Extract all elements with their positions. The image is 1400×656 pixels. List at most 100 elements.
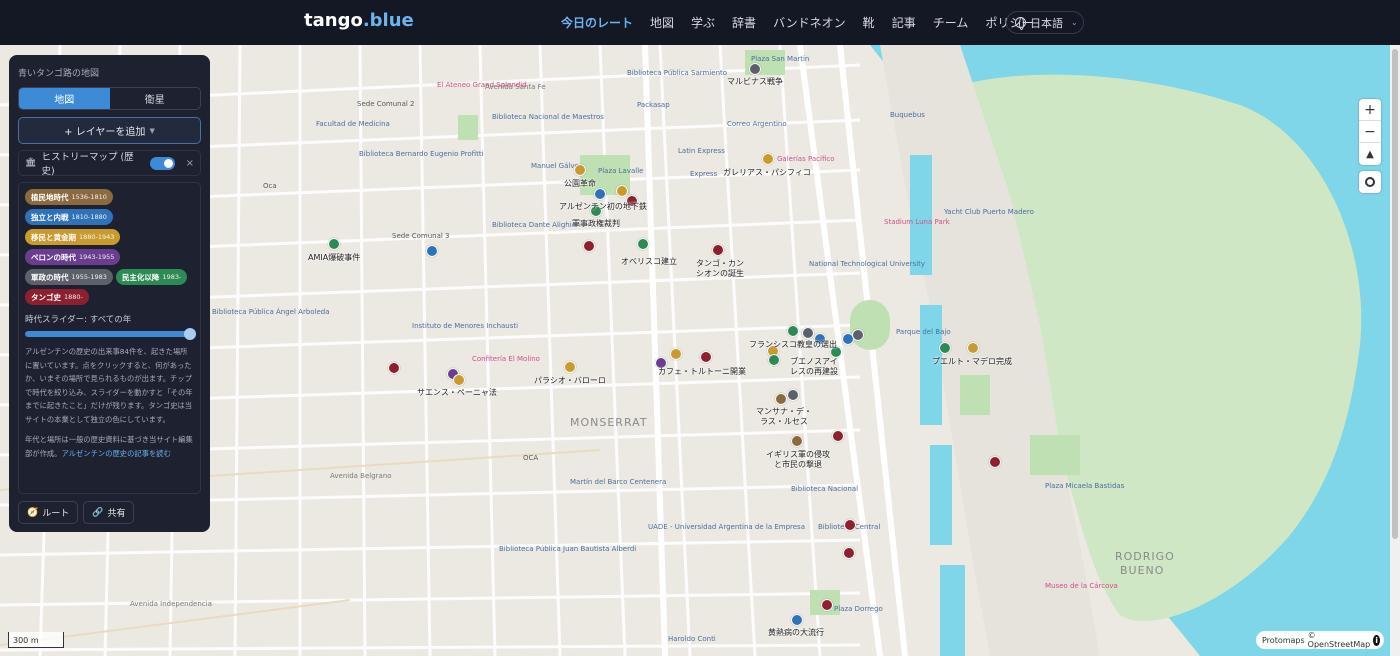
panel-title: 青いタンゴ路の地図 xyxy=(18,69,100,79)
event-pin[interactable] xyxy=(787,325,799,337)
map-view-button[interactable]: 地図 xyxy=(19,88,110,109)
poi-label: Stadium Luna Park xyxy=(884,218,950,226)
poi-label: Buquebus xyxy=(890,111,925,119)
nav-link-map[interactable]: 地図 xyxy=(650,14,674,31)
event-pin[interactable] xyxy=(775,393,787,405)
poi-label: El Ateneo Grand Splendid xyxy=(437,81,527,89)
event-pin[interactable] xyxy=(939,342,951,354)
poi-label: Martín del Barco Centenera xyxy=(570,478,667,486)
event-pin[interactable] xyxy=(844,519,856,531)
event-pin[interactable] xyxy=(712,244,724,256)
event-pin[interactable] xyxy=(989,456,1001,468)
event-pin[interactable] xyxy=(802,327,814,339)
route-button[interactable]: 🧭 ルート xyxy=(18,501,79,524)
event-pin[interactable] xyxy=(453,374,465,386)
map-attribution: Protomaps © OpenStreetMap i xyxy=(1256,631,1384,649)
street-label: Avenida Independencia xyxy=(130,600,212,608)
info-icon[interactable]: i xyxy=(1373,634,1380,646)
district-label: BUENO xyxy=(1120,564,1165,577)
nav-link-today-rate[interactable]: 今日のレート xyxy=(561,14,633,31)
event-label: マンサナ・デ・ラス・ルセス xyxy=(756,407,812,426)
attribution-osm[interactable]: © OpenStreetMap xyxy=(1308,631,1371,649)
event-pin[interactable] xyxy=(791,435,803,447)
event-pin[interactable] xyxy=(426,245,438,257)
share-button[interactable]: 🔗 共有 xyxy=(83,501,135,524)
era-chip-colonial[interactable]: 植民地時代 1536-1810 xyxy=(25,189,113,205)
poi-label: Correo Argentino xyxy=(727,120,787,128)
compass-button[interactable]: ▲ xyxy=(1359,143,1381,165)
event-pin[interactable] xyxy=(583,240,595,252)
poi-label: Express xyxy=(690,170,718,178)
era-chip-tango[interactable]: タンゴ史 1880- xyxy=(25,289,89,305)
brand-logo[interactable]: tango.blue xyxy=(304,10,414,31)
event-pin[interactable] xyxy=(749,63,761,75)
event-pin[interactable] xyxy=(768,354,780,366)
event-pin[interactable] xyxy=(328,238,340,250)
attribution-protomaps[interactable]: Protomaps xyxy=(1262,636,1305,645)
event-pin[interactable] xyxy=(616,185,628,197)
poi-label: Parque del Bajo xyxy=(896,328,951,336)
layer-name: ヒストリーマップ (歴史) xyxy=(41,152,134,177)
zoom-out-button[interactable]: − xyxy=(1359,121,1381,143)
scale-bar: 300 m xyxy=(8,632,64,648)
caret-down-icon: ▼ xyxy=(149,126,155,135)
nav-link-dictionary[interactable]: 辞書 xyxy=(732,14,756,31)
satellite-view-button[interactable]: 衛星 xyxy=(110,88,201,109)
event-pin[interactable] xyxy=(791,614,803,626)
nav-link-team[interactable]: チーム xyxy=(933,14,969,31)
event-pin[interactable] xyxy=(967,342,979,354)
layer-toggle[interactable] xyxy=(150,156,175,170)
globe-icon xyxy=(1015,17,1026,30)
history-description: アルゼンチンの歴史の出来事84件を、起きた場所に置いています。点をクリックすると… xyxy=(25,347,193,424)
event-pin[interactable] xyxy=(821,599,833,611)
era-chip-military[interactable]: 軍政の時代 1955-1983 xyxy=(25,269,113,285)
scrollbar-thumb[interactable] xyxy=(1392,49,1398,539)
event-pin[interactable] xyxy=(574,164,586,176)
poi-label: Instituto de Menores Inchausti xyxy=(412,322,519,330)
poi-label: Museo de la Cárcova xyxy=(1045,582,1118,590)
language-selector[interactable]: 日本語 ⌄ xyxy=(1006,11,1084,34)
poi-label: Plaza San Martín xyxy=(751,55,810,63)
source-note: 年代と場所は一般の歴史資料に基づき当サイト編集部が作成。アルゼンチンの歴史の記事… xyxy=(25,433,194,460)
layer-row-history: 🏛 ヒストリーマップ (歴史) × xyxy=(18,150,201,177)
poi-label: Biblioteca Bernardo Eugenio Profitti xyxy=(359,150,484,158)
era-chip-democracy[interactable]: 民主化以降 1983- xyxy=(115,269,188,285)
era-slider[interactable] xyxy=(25,328,196,340)
poi-label: Biblioteca Nacional de Maestros xyxy=(492,113,604,121)
event-pin[interactable] xyxy=(388,362,400,374)
era-chip-immigration[interactable]: 移民と黄金期 1880-1943 xyxy=(25,229,121,245)
route-label: ルート xyxy=(42,509,70,519)
add-layer-button[interactable]: + レイヤーを追加 ▼ xyxy=(18,117,201,144)
event-pin[interactable] xyxy=(843,547,855,559)
locate-icon xyxy=(1365,177,1375,187)
event-pin[interactable] xyxy=(670,348,682,360)
poi-label: Oca xyxy=(263,182,277,190)
locate-button[interactable] xyxy=(1359,171,1381,193)
poi-label: Biblioteca Nacional xyxy=(791,485,859,493)
nav-link-shoes[interactable]: 靴 xyxy=(863,14,875,31)
event-pin[interactable] xyxy=(700,351,712,363)
event-pin[interactable] xyxy=(852,329,864,341)
event-pin[interactable] xyxy=(787,389,799,401)
poi-label: Packasap xyxy=(637,101,670,109)
poi-label: Biblioteca Dante Alighieri xyxy=(492,221,581,229)
event-pin[interactable] xyxy=(832,430,844,442)
era-chip-independence[interactable]: 独立と内戦 1810-1880 xyxy=(25,209,113,225)
zoom-in-button[interactable]: + xyxy=(1359,99,1381,121)
nav-link-articles[interactable]: 記事 xyxy=(892,14,916,31)
era-chip-peron[interactable]: ペロンの時代 1943-1955 xyxy=(25,249,121,265)
poi-label: Sede Comunal 2 xyxy=(357,100,415,108)
panel-actions: 🧭 ルート 🔗 共有 xyxy=(18,501,201,524)
history-article-link[interactable]: アルゼンチンの歴史の記事を読む xyxy=(61,449,170,458)
event-pin[interactable] xyxy=(762,153,774,165)
slider-knob[interactable] xyxy=(184,328,196,340)
event-pin[interactable] xyxy=(637,238,649,250)
nav-link-bandoneon[interactable]: バンドネオン xyxy=(773,14,846,31)
remove-layer-icon[interactable]: × xyxy=(186,158,194,169)
event-pin[interactable] xyxy=(564,361,576,373)
link-icon: 🔗 xyxy=(92,507,104,518)
event-pin[interactable] xyxy=(594,188,606,200)
page-scrollbar[interactable] xyxy=(1390,45,1400,656)
event-label: マルビナス戦争 xyxy=(727,77,783,86)
nav-link-learn[interactable]: 学ぶ xyxy=(691,14,715,31)
